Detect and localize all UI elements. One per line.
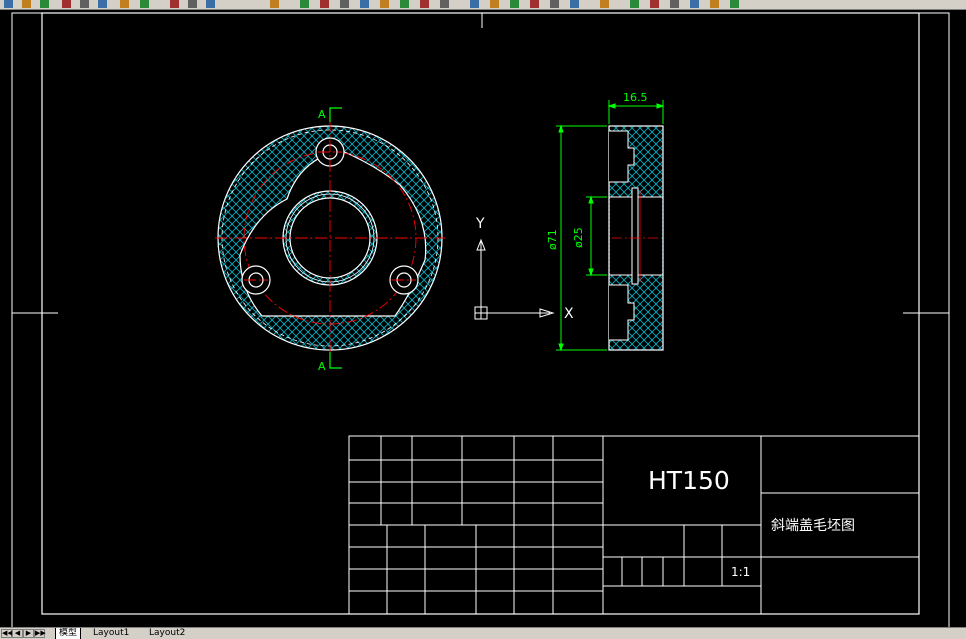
ucs-y-label: Y xyxy=(475,216,485,232)
side-section-view[interactable] xyxy=(608,125,664,351)
material-label: HT150 xyxy=(648,466,730,495)
layout-tab-bar: ◀◀ ◀ ▶ ▶▶ 模型 Layout1 Layout2 xyxy=(0,627,966,639)
zoom-icon[interactable] xyxy=(530,0,539,8)
pan-icon[interactable] xyxy=(510,0,519,8)
cut-icon[interactable] xyxy=(420,0,429,8)
last-tab-button[interactable]: ▶▶ xyxy=(34,629,46,638)
dimension-outer-diameter: ø71 xyxy=(546,229,559,250)
open-icon[interactable] xyxy=(360,0,369,8)
zoom-previous-icon[interactable] xyxy=(206,0,215,8)
first-tab-button[interactable]: ◀◀ xyxy=(1,629,13,638)
properties-icon[interactable] xyxy=(600,0,609,8)
standard-toolbar xyxy=(0,0,966,10)
section-label-top: A xyxy=(318,108,326,121)
tab-model[interactable]: 模型 xyxy=(55,628,82,639)
print-icon[interactable] xyxy=(730,0,739,8)
properties-icon[interactable] xyxy=(270,0,279,8)
zoom-window-icon[interactable] xyxy=(550,0,559,8)
open-icon[interactable] xyxy=(4,0,13,8)
zoom-previous-icon[interactable] xyxy=(570,0,579,8)
paste-icon[interactable] xyxy=(98,0,107,8)
save-icon[interactable] xyxy=(710,0,719,8)
copy-icon[interactable] xyxy=(440,0,449,8)
ucs-icon xyxy=(474,238,555,320)
next-tab-button[interactable]: ▶ xyxy=(23,629,34,638)
section-label-bottom: A xyxy=(318,360,326,373)
tool-palettes-icon[interactable] xyxy=(320,0,329,8)
help-icon[interactable] xyxy=(670,0,679,8)
design-center-icon[interactable] xyxy=(630,0,639,8)
print-icon[interactable] xyxy=(400,0,409,8)
zoom-window-icon[interactable] xyxy=(188,0,197,8)
dimension-width: 16.5 xyxy=(623,91,648,104)
save-icon[interactable] xyxy=(22,0,31,8)
open-icon[interactable] xyxy=(690,0,699,8)
ucs-x-label: X xyxy=(564,306,574,322)
drawing-canvas[interactable]: A A Y X 16.5 ø71 ø25 HT150 斜端盖毛坯图 1:1 xyxy=(0,10,966,627)
design-center-icon[interactable] xyxy=(300,0,309,8)
undo-icon[interactable] xyxy=(120,0,129,8)
scale-label: 1:1 xyxy=(731,565,750,579)
help-icon[interactable] xyxy=(340,0,349,8)
previous-tab-button[interactable]: ◀ xyxy=(12,629,23,638)
dimension-inner-diameter: ø25 xyxy=(572,227,585,248)
undo-icon[interactable] xyxy=(490,0,499,8)
paper-border xyxy=(11,12,950,627)
part-name-label: 斜端盖毛坯图 xyxy=(771,518,855,534)
copy-icon[interactable] xyxy=(80,0,89,8)
save-icon[interactable] xyxy=(380,0,389,8)
tab-layout2[interactable]: Layout2 xyxy=(146,628,188,639)
paste-icon[interactable] xyxy=(470,0,479,8)
cut-icon[interactable] xyxy=(62,0,71,8)
print-icon[interactable] xyxy=(40,0,49,8)
tab-layout1[interactable]: Layout1 xyxy=(90,628,132,639)
pan-icon[interactable] xyxy=(140,0,149,8)
zoom-icon[interactable] xyxy=(170,0,179,8)
tool-palettes-icon[interactable] xyxy=(650,0,659,8)
front-view[interactable] xyxy=(215,107,445,369)
